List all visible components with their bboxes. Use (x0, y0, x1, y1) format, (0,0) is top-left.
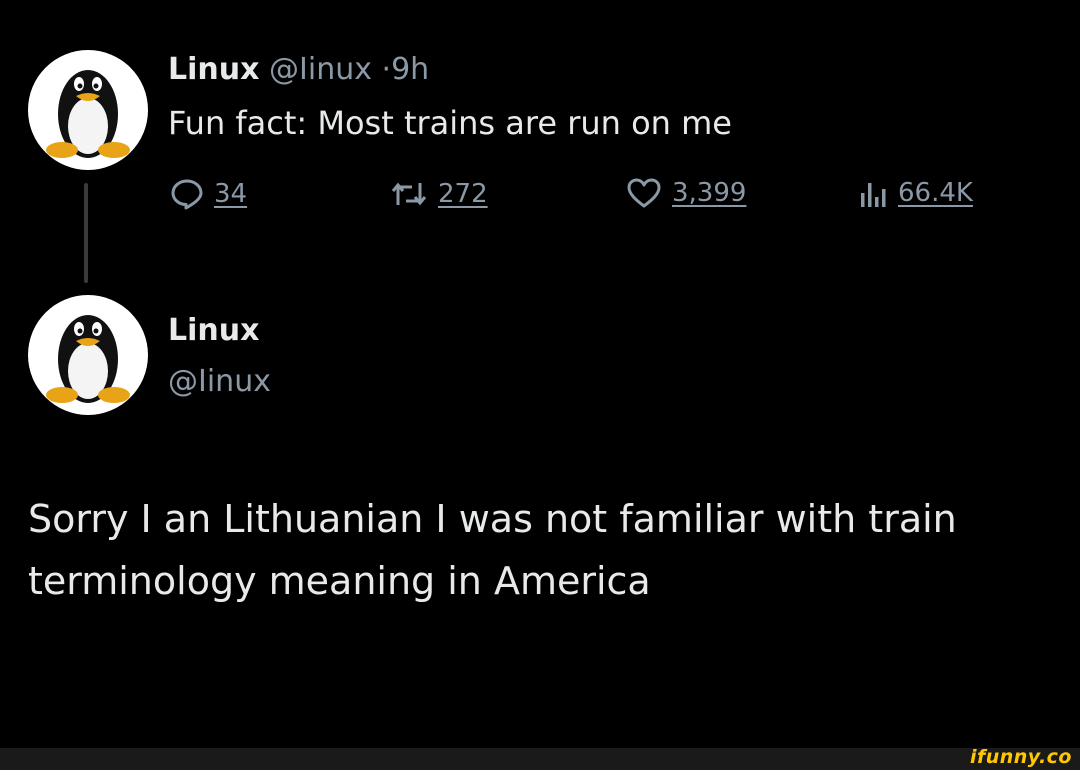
tweet-header: Linux @Iinux ·9h (168, 52, 429, 87)
heart-icon (627, 178, 661, 208)
tux-penguin-icon (46, 70, 130, 158)
tweet-separator: · (381, 52, 392, 87)
reply-text: Sorry I an Lithuanian I was not familiar… (28, 497, 957, 603)
tweet-text: Fun fact: Most trains are run on me (168, 104, 732, 142)
reply-author-name[interactable]: Linux (168, 313, 259, 348)
views-count: 66.4K (898, 178, 973, 208)
comment-bubble-icon (171, 179, 203, 210)
footer-bar (0, 748, 1080, 770)
retweet-count: 272 (438, 179, 488, 209)
tweet-avatar[interactable] (28, 50, 148, 170)
reply-author-handle[interactable]: @Iinux (168, 364, 271, 399)
tux-penguin-icon (46, 315, 130, 403)
tweet-author-handle[interactable]: @Iinux (269, 52, 372, 87)
tweet-time[interactable]: 9h (391, 52, 429, 87)
views-button[interactable]: 66.4K (858, 177, 973, 209)
like-button[interactable]: 3,399 (626, 177, 746, 209)
retweet-button[interactable]: 272 (390, 177, 488, 211)
ifunny-watermark: ifunny.co (969, 746, 1072, 768)
tweet-actions: 34 272 3,399 66.4K (168, 177, 1048, 221)
like-count: 3,399 (672, 178, 747, 208)
reply-button[interactable]: 34 (170, 177, 247, 211)
bar-chart-icon (861, 183, 886, 207)
reply-avatar[interactable] (28, 295, 148, 415)
tweet-author-name[interactable]: Linux (168, 52, 259, 87)
thread-connector-line (84, 183, 88, 283)
reply-count: 34 (214, 179, 248, 209)
retweet-icon (391, 182, 427, 206)
